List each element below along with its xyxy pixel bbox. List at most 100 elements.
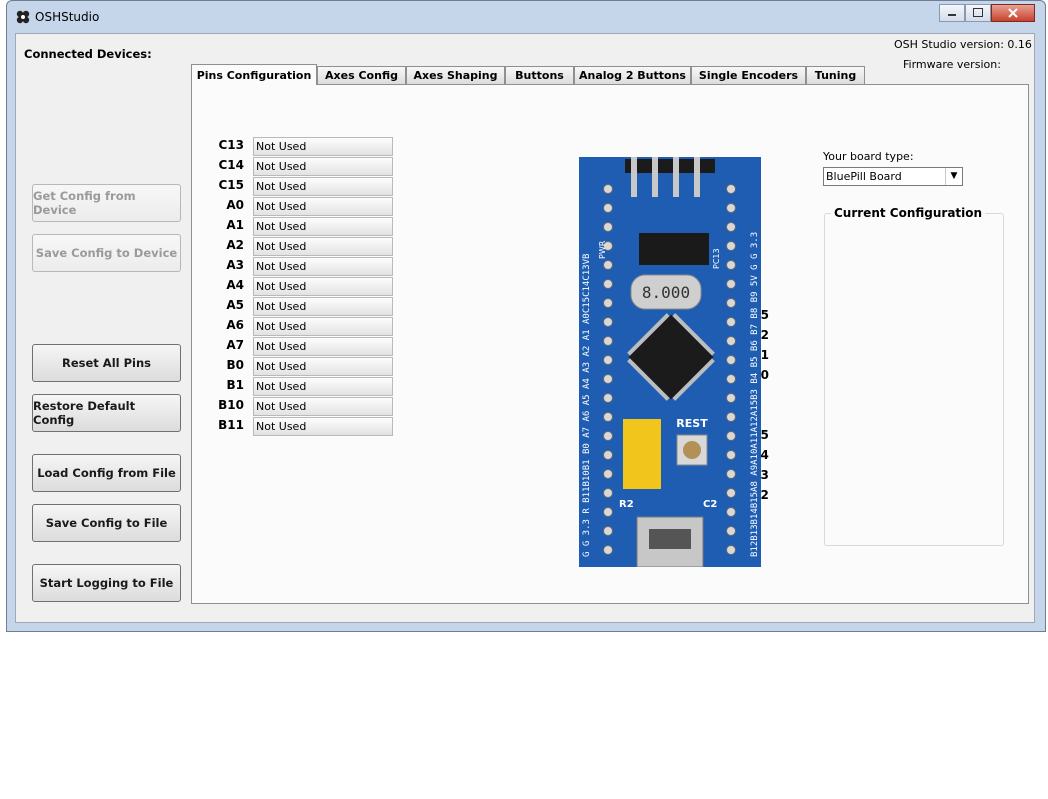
header-pin: [726, 545, 736, 555]
header-pin: [726, 488, 736, 498]
pc13-label: PC13: [712, 248, 721, 269]
header-pin: [603, 450, 613, 460]
pin-label-a3: A3: [226, 258, 244, 272]
current-configuration-title: Current Configuration: [831, 206, 986, 220]
header-pin: [603, 317, 613, 327]
minimize-button[interactable]: [939, 4, 965, 22]
tab-axes-config[interactable]: Axes Config: [317, 66, 406, 84]
tab-buttons[interactable]: Buttons: [505, 66, 574, 84]
pin-select-a2[interactable]: Not Used: [253, 237, 393, 256]
pin-label-b1: B1: [226, 378, 245, 392]
pin-select-a0[interactable]: Not Used: [253, 197, 393, 216]
header-pin: [603, 526, 613, 536]
title-bar: OSHStudio: [7, 1, 1045, 33]
header-pin: [726, 469, 736, 479]
pin-label-c15: C15: [218, 178, 244, 192]
left-header-label: G G 3.3 R B11B10B1 B0 A7 A6 A5 A4 A3 A2 …: [582, 254, 592, 557]
board-type-select[interactable]: BluePill Board ▼: [823, 167, 963, 186]
minimize-icon: [948, 14, 956, 16]
pin-label-a6: A6: [226, 318, 244, 332]
save-config-to-device-button[interactable]: Save Config to Device: [32, 234, 181, 272]
tab-single-encoders[interactable]: Single Encoders: [691, 66, 806, 84]
header-pin: [603, 203, 613, 213]
pins-configuration-panel: C13 Not Used C14 Not Used C15 Not Used A0 Not U…: [191, 84, 1029, 604]
header-pin: [726, 526, 736, 536]
pin-select-a6[interactable]: Not Used: [253, 317, 393, 336]
tab-axes-shaping[interactable]: Axes Shaping: [406, 66, 505, 84]
maximize-button[interactable]: [965, 4, 991, 22]
reset-all-pins-button[interactable]: Reset All Pins: [32, 344, 181, 382]
tab-tuning[interactable]: Tuning: [806, 66, 865, 84]
pin-label-b11: B11: [218, 418, 244, 432]
regulator-chip: [639, 233, 709, 265]
pin-label-a7: A7: [226, 338, 244, 352]
header-pin: [726, 241, 736, 251]
close-button[interactable]: [991, 4, 1035, 22]
header-pin: [726, 507, 736, 517]
header-pin: [726, 222, 736, 232]
pin-label-c14: C14: [218, 158, 244, 172]
header-pin: [726, 298, 736, 308]
header-pin: [603, 260, 613, 270]
header-pin: [603, 222, 613, 232]
pin-label-a4: A4: [226, 278, 244, 292]
gear-cluster-icon: [16, 10, 30, 24]
pin-select-c15[interactable]: Not Used: [253, 177, 393, 196]
pin-select-c14[interactable]: Not Used: [253, 157, 393, 176]
tab-analog-2-buttons[interactable]: Analog 2 Buttons: [574, 66, 691, 84]
header-pin: [726, 393, 736, 403]
pin-select-a3[interactable]: Not Used: [253, 257, 393, 276]
pin-select-b1[interactable]: Not Used: [253, 377, 393, 396]
header-pin: [603, 279, 613, 289]
board-type-value: BluePill Board: [826, 170, 902, 183]
close-icon: [1008, 8, 1018, 18]
header-pin: [603, 545, 613, 555]
r2-label: R2: [619, 499, 634, 510]
pin-select-b10[interactable]: Not Used: [253, 397, 393, 416]
header-pin: [603, 431, 613, 441]
app-window: OSHStudio Connected Devices: OSH Studio …: [6, 0, 1046, 632]
pwr-label: PWR: [598, 240, 607, 259]
get-config-button[interactable]: Get Config from Device: [32, 184, 181, 222]
tab-pins-configuration[interactable]: Pins Configuration: [191, 64, 317, 85]
right-header-label: B12B13B14B15A8 A9A10A11A12A15B3 B4 B5 B6…: [750, 232, 760, 557]
header-pin: [603, 298, 613, 308]
pin-label-a1: A1: [226, 218, 244, 232]
firmware-version-label: Firmware version:: [903, 58, 1001, 71]
header-pin: [603, 412, 613, 422]
header-pin: [603, 184, 613, 194]
load-config-file-button[interactable]: Load Config from File: [32, 454, 181, 492]
crystal-label: 8.000: [642, 283, 690, 302]
header-pin: [603, 488, 613, 498]
bluepill-board-image: 8.000 REST PWR PC13 R2 C2 G G 3.3 R B11B…: [579, 157, 761, 567]
osh-version-label: OSH Studio version: 0.16: [894, 38, 1032, 51]
save-config-file-button[interactable]: Save Config to File: [32, 504, 181, 542]
board-type-label: Your board type:: [823, 150, 914, 163]
pin-select-a4[interactable]: Not Used: [253, 277, 393, 296]
header-pin: [726, 184, 736, 194]
pin-select-c13[interactable]: Not Used: [253, 137, 393, 156]
header-pin: [603, 469, 613, 479]
header-pin: [726, 412, 736, 422]
pin-select-a7[interactable]: Not Used: [253, 337, 393, 356]
header-pin: [726, 260, 736, 270]
window-title: OSHStudio: [35, 10, 100, 24]
start-logging-button[interactable]: Start Logging to File: [32, 564, 181, 602]
chevron-down-icon: ▼: [945, 168, 962, 185]
pin-select-a1[interactable]: Not Used: [253, 217, 393, 236]
connected-devices-label: Connected Devices:: [24, 47, 152, 61]
reset-label: REST: [676, 417, 708, 430]
header-pin: [726, 203, 736, 213]
header-pin: [603, 393, 613, 403]
pin-select-a5[interactable]: Not Used: [253, 297, 393, 316]
header-pin: [726, 374, 736, 384]
header-pin: [726, 450, 736, 460]
pin-label-a2: A2: [226, 238, 244, 252]
pin-label-b0: B0: [226, 358, 245, 372]
restore-default-config-button[interactable]: Restore Default Config: [32, 394, 181, 432]
top-header: [625, 159, 715, 173]
pin-select-b11[interactable]: Not Used: [253, 417, 393, 436]
header-pin: [726, 336, 736, 346]
pin-label-c13: C13: [218, 138, 244, 152]
pin-select-b0[interactable]: Not Used: [253, 357, 393, 376]
